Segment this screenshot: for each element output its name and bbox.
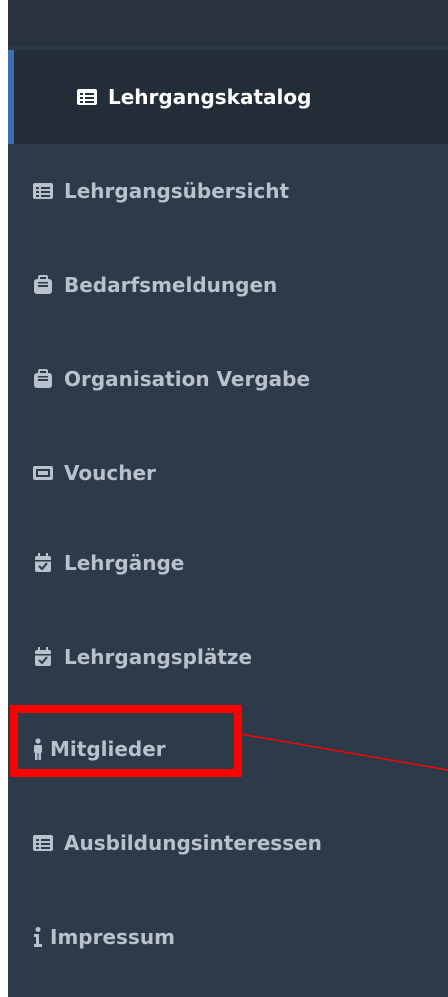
sidebar-item-label: Organisation Vergabe bbox=[64, 367, 311, 391]
sidebar-item-label: Lehrgangsübersicht bbox=[64, 179, 290, 203]
briefcase-icon bbox=[32, 274, 54, 296]
sidebar-item-label: Lehrgangskatalog bbox=[108, 85, 312, 109]
list-card-icon bbox=[76, 86, 98, 108]
sidebar-item-label: Lehrgänge bbox=[64, 551, 185, 575]
sidebar-item-impressum[interactable]: Impressum bbox=[8, 890, 448, 984]
briefcase-icon bbox=[32, 368, 54, 390]
sidebar-item-ausbildungsinteressen[interactable]: Ausbildungsinteressen bbox=[8, 796, 448, 890]
sidebar-item-organisation-vergabe[interactable]: Organisation Vergabe bbox=[8, 332, 448, 426]
calendar-check-icon bbox=[32, 646, 54, 668]
sidebar-item-lehrgaenge[interactable]: Lehrgänge bbox=[8, 516, 448, 610]
sidebar-item-bedarfsmeldungen[interactable]: Bedarfsmeldungen bbox=[8, 238, 448, 332]
sidebar-item-lehrgangsuebersicht[interactable]: Lehrgangsübersicht bbox=[8, 144, 448, 238]
highlight-box bbox=[10, 705, 242, 777]
sidebar-item-label: Bedarfsmeldungen bbox=[64, 273, 278, 297]
list-card-icon bbox=[32, 180, 54, 202]
sidebar-header bbox=[8, 0, 448, 47]
info-icon bbox=[32, 926, 44, 948]
sidebar-item-voucher[interactable]: Voucher bbox=[8, 426, 448, 520]
sidebar-item-lehrgangskatalog[interactable]: Lehrgangskatalog bbox=[8, 50, 448, 144]
sidebar-item-label: Lehrgangsplätze bbox=[64, 645, 253, 669]
sidebar-item-label: Impressum bbox=[50, 925, 175, 949]
calendar-check-icon bbox=[32, 552, 54, 574]
sidebar-item-label: Ausbildungsinteressen bbox=[64, 831, 322, 855]
sidebar-item-label: Voucher bbox=[64, 461, 156, 485]
list-card-icon bbox=[32, 832, 54, 854]
sidebar-item-lehrgangsplaetze[interactable]: Lehrgangsplätze bbox=[8, 610, 448, 704]
ticket-icon bbox=[32, 462, 54, 484]
